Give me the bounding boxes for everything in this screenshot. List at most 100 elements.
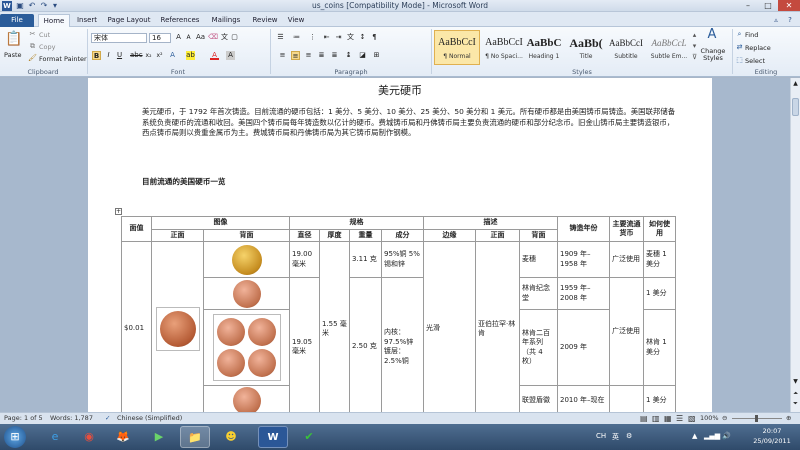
scroll-up-icon[interactable]: ▲: [792, 80, 799, 88]
clock-date[interactable]: 25/09/2011: [748, 437, 796, 445]
show-marks-icon[interactable]: ¶: [370, 33, 379, 42]
full-screen-icon[interactable]: ▥: [652, 413, 660, 424]
volume-icon[interactable]: 🔊: [722, 432, 731, 440]
replace-button[interactable]: Replace: [745, 44, 771, 52]
strikethrough-icon[interactable]: abc: [130, 51, 143, 60]
outline-icon[interactable]: ☰: [676, 413, 683, 424]
cut-icon[interactable]: ✂: [28, 30, 37, 39]
replace-icon[interactable]: ⇄: [735, 43, 744, 52]
change-styles-button[interactable]: Change Styles: [700, 48, 726, 62]
word-taskbar-icon[interactable]: W: [258, 426, 288, 448]
language-indicator[interactable]: Chinese (Simplified): [117, 413, 182, 424]
style-subtle-emphasis[interactable]: AaBbCcL Subtle Em...: [646, 30, 692, 65]
scrollbar-thumb[interactable]: [792, 98, 799, 116]
style-subtitle[interactable]: AaBbCcI Subtitle: [603, 30, 649, 65]
tab-mailings[interactable]: Mailings: [208, 14, 244, 27]
close-button[interactable]: ✕: [778, 0, 800, 11]
justify-icon[interactable]: ≣: [317, 51, 326, 60]
tab-file[interactable]: File: [0, 14, 34, 27]
styles-more-icon[interactable]: ⊽: [690, 53, 699, 62]
select-icon[interactable]: ⬚: [735, 56, 744, 65]
italic-button[interactable]: I: [104, 51, 113, 60]
zoom-out-icon[interactable]: ⊖: [722, 413, 727, 424]
align-right-icon[interactable]: ≡: [304, 51, 313, 60]
scroll-down-icon[interactable]: ▼: [792, 378, 799, 386]
numbering-icon[interactable]: ≔: [292, 33, 301, 42]
find-button[interactable]: Find: [745, 31, 758, 39]
document-paragraph[interactable]: 美元硬币，于 1792 年首次铸造。目前流通的硬币包括：1 美分、5 美分、10…: [142, 107, 680, 139]
phonetic-guide-icon[interactable]: 文: [220, 33, 229, 42]
paste-button[interactable]: Paste: [4, 51, 22, 59]
cut-button[interactable]: Cut: [39, 31, 50, 39]
tab-page-layout[interactable]: Page Layout: [106, 14, 152, 27]
firefox-icon[interactable]: 🦊: [108, 426, 138, 448]
copy-icon[interactable]: ⧉: [28, 42, 37, 51]
coins-table[interactable]: 面值 图像 规格 描述 铸造年份 主要流通货币 如何使用 正面 背面 直径 厚度…: [121, 216, 676, 417]
help-icon[interactable]: ?: [784, 14, 796, 27]
clock-time[interactable]: 20:07: [752, 427, 792, 435]
tab-review[interactable]: Review: [250, 14, 280, 27]
document-page[interactable]: 美元硬币 美元硬币，于 1792 年首次铸造。目前流通的硬币包括：1 美分、5 …: [88, 78, 712, 417]
section-heading[interactable]: 目前流通的美国硬币一览: [142, 176, 226, 187]
line-spacing-icon[interactable]: ↨: [344, 51, 353, 60]
chrome-icon[interactable]: ◉: [74, 426, 104, 448]
zoom-in-icon[interactable]: ⊕: [786, 413, 791, 424]
grow-font-icon[interactable]: A: [174, 33, 183, 42]
network-icon[interactable]: ▂▄▆: [704, 432, 720, 440]
ime-options-icon[interactable]: ⚙: [626, 432, 632, 440]
document-title[interactable]: 美元硬币: [88, 82, 712, 98]
font-size-input[interactable]: 16: [149, 33, 171, 43]
decrease-indent-icon[interactable]: ⇤: [322, 33, 331, 42]
change-styles-icon[interactable]: A: [704, 28, 720, 46]
text-effects-icon[interactable]: A: [168, 51, 177, 60]
vertical-scrollbar[interactable]: ▲ ▼ ⏶ ⏷: [790, 78, 800, 412]
font-name-input[interactable]: 宋体: [91, 33, 147, 43]
format-painter-icon[interactable]: 🖌: [28, 54, 37, 63]
bullets-icon[interactable]: ☰: [276, 33, 285, 42]
next-page-icon[interactable]: ⏷: [792, 400, 799, 408]
style-heading-1[interactable]: AaBbC Heading 1: [521, 30, 567, 65]
select-button[interactable]: Select: [745, 57, 765, 65]
media-player-icon[interactable]: ▶: [144, 426, 174, 448]
qq-icon[interactable]: ☻: [216, 426, 246, 448]
shading-icon[interactable]: ◪: [358, 51, 367, 60]
font-color-icon[interactable]: A: [210, 51, 219, 60]
clear-formatting-icon[interactable]: ⌫: [208, 33, 218, 42]
find-icon[interactable]: ⌕: [735, 30, 744, 39]
tab-view[interactable]: View: [284, 14, 308, 27]
borders-icon[interactable]: ⊞: [372, 51, 381, 60]
minimize-ribbon-icon[interactable]: ▵: [770, 14, 782, 27]
paste-icon[interactable]: 📋: [5, 30, 22, 48]
styles-scroll-up-icon[interactable]: ▴: [690, 31, 699, 40]
explorer-icon[interactable]: 📁: [180, 426, 210, 448]
language-bar[interactable]: CH: [596, 432, 606, 440]
style-normal[interactable]: AaBbCcI ¶ Normal: [434, 30, 480, 65]
align-left-icon[interactable]: ≡: [278, 51, 287, 60]
highlight-color-icon[interactable]: ab: [186, 51, 195, 60]
multilevel-list-icon[interactable]: ⋮: [308, 33, 317, 42]
superscript-icon[interactable]: x²: [155, 51, 164, 60]
minimize-button[interactable]: –: [738, 0, 758, 11]
internet-explorer-icon[interactable]: e: [40, 426, 70, 448]
distributed-icon[interactable]: ≣: [330, 51, 339, 60]
word-count[interactable]: Words: 1,787: [50, 413, 93, 424]
app-icon[interactable]: ✔: [294, 426, 324, 448]
draft-icon[interactable]: ▧: [688, 413, 696, 424]
change-case-icon[interactable]: Aa: [196, 33, 205, 42]
ime-mode[interactable]: 英: [612, 432, 619, 442]
tab-insert[interactable]: Insert: [72, 14, 102, 27]
tab-references[interactable]: References: [158, 14, 202, 27]
page-indicator[interactable]: Page: 1 of 5: [4, 413, 43, 424]
subscript-icon[interactable]: x₂: [144, 51, 153, 60]
zoom-level[interactable]: 100%: [700, 413, 719, 424]
sort-icon[interactable]: ↕: [358, 33, 367, 42]
tray-expand-icon[interactable]: ▲: [692, 432, 697, 440]
tab-home[interactable]: Home: [38, 14, 70, 27]
zoom-slider-thumb[interactable]: [755, 415, 758, 422]
underline-button[interactable]: U: [115, 51, 124, 60]
shrink-font-icon[interactable]: A: [184, 33, 193, 42]
align-center-icon[interactable]: ≡: [291, 51, 300, 60]
previous-page-icon[interactable]: ⏶: [792, 390, 799, 398]
increase-indent-icon[interactable]: ⇥: [334, 33, 343, 42]
format-painter-button[interactable]: Format Painter: [39, 55, 87, 63]
